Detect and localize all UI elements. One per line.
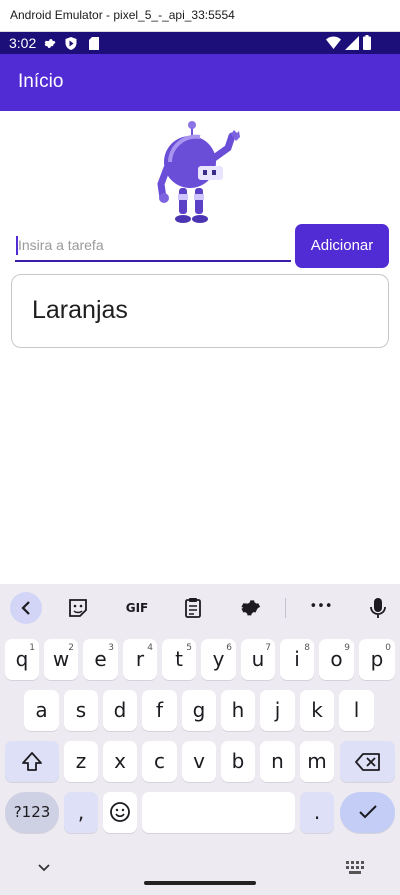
key-number-hint: 5 [186,643,192,653]
enter-key[interactable] [340,792,395,833]
key-number-hint: 6 [226,643,232,653]
key-k[interactable]: k [300,690,334,731]
key-number-hint: 0 [385,643,391,653]
key-label: w [52,647,70,671]
dotnet-bot-image [157,121,240,223]
key-m[interactable]: m [300,741,334,782]
soft-keyboard: GIF ••• q1 w2 e3 r4 t 5 y 6 u 7 i 8 o 9 … [0,584,400,895]
toolbar-divider [285,598,286,618]
keyboard-switcher-icon[interactable] [346,861,364,875]
navigation-bar [0,850,400,895]
key-q[interactable]: q1 [5,639,39,680]
key-h[interactable]: h [221,690,255,731]
comma-key[interactable]: , [64,792,98,833]
key-j[interactable]: j [260,690,295,731]
emoji-key[interactable] [103,792,137,833]
period-key[interactable]: . [300,792,334,833]
symbols-key[interactable]: ?123 [5,792,59,833]
task-item-label: Laranjas [32,296,128,324]
gif-button[interactable]: GIF [119,592,155,624]
key-number-hint: 4 [147,643,153,653]
key-label: y [212,647,225,671]
key-d[interactable]: d [103,690,137,731]
more-options-button[interactable]: ••• [305,592,337,624]
key-u[interactable]: u7 [241,639,275,680]
page-title: Início [18,71,64,92]
checkmark-icon [358,805,377,819]
keyboard-collapse-button[interactable] [10,592,42,624]
key-x[interactable]: x [103,741,137,782]
key-label: r [135,647,145,671]
voice-input-button[interactable] [362,592,394,624]
task-entry-placeholder: Insira a tarefa [18,237,104,253]
settings-status-icon [44,39,56,48]
key-v[interactable]: v [182,741,216,782]
key-label: p [370,647,384,671]
key-label: i [294,647,300,671]
sticker-icon [69,599,87,617]
add-button[interactable]: Adicionar [295,224,389,268]
key-number-hint: 8 [304,643,310,653]
key-t[interactable]: t5 [162,639,196,680]
task-item[interactable]: Laranjas [11,274,389,348]
task-entry-field[interactable]: Insira a tarefa [15,230,291,262]
backspace-key[interactable] [340,741,395,782]
key-label: q [15,647,29,671]
keyboard-settings-button[interactable] [234,592,266,624]
status-time: 3:02 [9,35,37,51]
shift-icon [22,752,42,771]
key-label: u [251,647,265,671]
key-e[interactable]: e3 [83,639,118,680]
clipboard-icon [185,598,201,618]
key-b[interactable]: b [221,741,255,782]
key-l[interactable]: l [339,690,374,731]
home-gesture-pill[interactable] [144,881,256,885]
key-c[interactable]: c [142,741,177,782]
emulator-title: Android Emulator - pixel_5_-_api_33:5554 [10,8,235,22]
microphone-icon [370,598,386,618]
key-i[interactable]: i8 [280,639,314,680]
signal-icon [345,36,359,50]
gear-icon [241,600,261,616]
key-number-hint: 3 [108,643,114,653]
key-number-hint: 1 [29,643,35,653]
key-f[interactable]: f [142,690,177,731]
key-r[interactable]: r4 [123,639,157,680]
key-label: o [330,647,343,671]
clipboard-button[interactable] [177,592,209,624]
key-number-hint: 9 [344,643,350,653]
key-w[interactable]: w2 [44,639,78,680]
chevron-left-icon [21,601,30,615]
play-protect-icon [65,37,77,50]
key-y[interactable]: y6 [201,639,236,680]
space-key[interactable] [142,792,295,833]
wifi-icon [326,36,341,49]
status-bar: 3:02 [0,32,400,54]
key-a[interactable]: a [24,690,59,731]
battery-icon [363,35,371,50]
key-label: e [94,647,107,671]
sticker-button[interactable] [62,592,94,624]
key-g[interactable]: g [182,690,216,731]
hide-keyboard-chevron-icon[interactable] [36,860,52,876]
emulator-window: { "window": { "title": "Android Emulator… [0,0,400,895]
key-number-hint: 7 [265,643,271,653]
emoji-icon [110,802,130,822]
app-bar: Início [0,54,400,111]
emulator-title-bar: Android Emulator - pixel_5_-_api_33:5554 [0,0,400,32]
key-n[interactable]: n [260,741,295,782]
key-p[interactable]: p0 [359,639,395,680]
key-s[interactable]: s [64,690,98,731]
shift-key[interactable] [5,741,59,782]
key-number-hint: 2 [68,643,74,653]
key-o[interactable]: o9 [319,639,354,680]
sd-card-icon [89,37,99,50]
key-label: t [175,647,183,671]
key-z[interactable]: z [64,741,98,782]
backspace-icon [354,753,380,771]
